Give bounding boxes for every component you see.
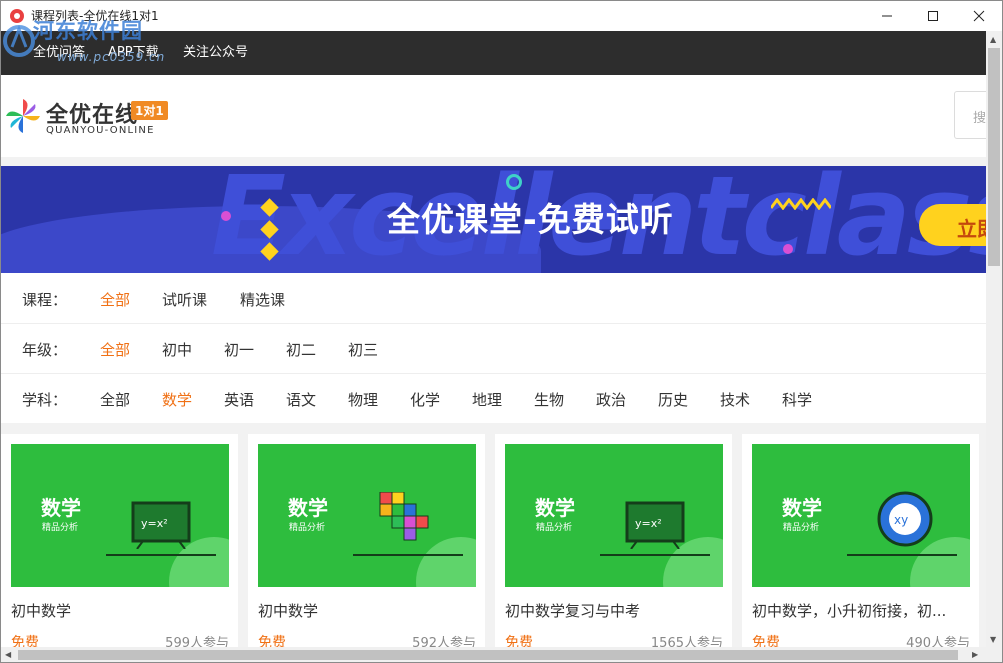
filter-option-subject-science[interactable]: 科学 <box>782 389 812 410</box>
maximize-icon <box>928 11 938 21</box>
thumb-subtitle: 精品分析 <box>289 523 326 533</box>
medal-icon: xy <box>877 491 933 547</box>
banner-cta-button[interactable]: 立即 <box>919 204 986 246</box>
close-icon <box>973 10 985 22</box>
pinwheel-icon <box>6 99 40 133</box>
thumb-subtitle: 精品分析 <box>42 523 79 533</box>
filter-row-subject: 学科： 全部 数学 英语 语文 物理 化学 地理 生物 政治 历史 技术 科学 <box>1 373 986 423</box>
course-thumbnail[interactable]: 数学 精品分析 y=x² <box>505 444 723 587</box>
course-card[interactable]: 数学 精品分析 y=x² 初中数学复习与中考 免费 1565人参与 <box>495 434 732 662</box>
filter-option-grade-1[interactable]: 初一 <box>224 339 254 360</box>
filter-option-subject-all[interactable]: 全部 <box>100 389 130 410</box>
svg-text:xy: xy <box>894 513 908 527</box>
blocks-icon <box>379 492 429 541</box>
course-thumbnail[interactable]: 数学 精品分析 y=x² <box>11 444 229 587</box>
thumb-line <box>600 554 710 556</box>
banner-dot <box>221 211 231 221</box>
course-title[interactable]: 初中数学 <box>258 600 318 621</box>
filter-option-course-featured[interactable]: 精选课 <box>240 289 285 310</box>
section-divider <box>1 423 986 434</box>
search-placeholder: 搜 <box>973 111 987 126</box>
app-window: 课程列表-全优在线1对1 全优问答 APP下载 关注公众号 河东软件园 www.… <box>0 0 1003 663</box>
filter-row-course: 课程： 全部 试听课 精选课 <box>1 273 986 324</box>
filter-label: 年级： <box>22 341 68 359</box>
filter-option-subject-chemistry[interactable]: 化学 <box>410 389 440 410</box>
thumb-title: 数学 <box>288 496 328 520</box>
course-list: 数学 精品分析 y=x² 初中数学 免费 599人参与 数学 精品分析 初中数学… <box>1 434 986 662</box>
filter-option-subject-english[interactable]: 英语 <box>224 389 254 410</box>
scroll-right-icon[interactable]: ▶ <box>972 650 978 660</box>
course-card[interactable]: 数学 精品分析 y=x² 初中数学 免费 599人参与 <box>1 434 238 662</box>
filter-option-grade-2[interactable]: 初二 <box>286 339 316 360</box>
watermark-logo: 河东软件园 <box>33 19 143 43</box>
svg-text:y=x²: y=x² <box>635 517 662 530</box>
brand-subtitle: QUANYOU-ONLINE <box>46 125 155 136</box>
nav-item-follow-account[interactable]: 关注公众号 <box>183 45 248 61</box>
thumb-decor <box>416 537 476 587</box>
filter-option-grade-all[interactable]: 全部 <box>100 339 130 360</box>
thumb-line <box>847 554 957 556</box>
scroll-left-icon[interactable]: ◀ <box>5 650 11 660</box>
filter-option-subject-math[interactable]: 数学 <box>162 389 192 410</box>
brand-badge: 1对1 <box>131 101 168 120</box>
filter-option-grade-3[interactable]: 初三 <box>348 339 378 360</box>
thumb-subtitle: 精品分析 <box>536 523 573 533</box>
chalkboard-icon: y=x² <box>131 501 191 549</box>
course-title[interactable]: 初中数学 <box>11 600 71 621</box>
minimize-button[interactable] <box>864 1 910 31</box>
watermark-url: www.pc0359.cn <box>57 50 166 64</box>
filter-option-grade-junior[interactable]: 初中 <box>162 339 192 360</box>
minimize-icon <box>882 15 892 17</box>
filter-option-course-all[interactable]: 全部 <box>100 289 130 310</box>
course-thumbnail[interactable]: 数学 精品分析 xy <box>752 444 970 587</box>
course-card[interactable]: 数学 精品分析 xy 初中数学，小升初衔接，初... 免费 490人参与 <box>742 434 979 662</box>
maximize-button[interactable] <box>910 1 956 31</box>
filter-option-subject-physics[interactable]: 物理 <box>348 389 378 410</box>
svg-text:y=x²: y=x² <box>141 517 168 530</box>
filter-row-grade: 年级： 全部 初中 初一 初二 初三 <box>1 323 986 374</box>
filter-option-course-trial[interactable]: 试听课 <box>162 289 207 310</box>
thumb-line <box>353 554 463 556</box>
filter-option-subject-history[interactable]: 历史 <box>658 389 688 410</box>
banner-cta-label: 立即 <box>957 217 986 241</box>
course-thumbnail[interactable]: 数学 精品分析 <box>258 444 476 587</box>
watermark-icon <box>3 24 35 57</box>
thumb-title: 数学 <box>535 496 575 520</box>
filter-panel: 课程： 全部 试听课 精选课 年级： 全部 初中 初一 初二 初三 学科： 全部… <box>1 273 986 423</box>
chalkboard-icon: y=x² <box>625 501 685 549</box>
course-title[interactable]: 初中数学，小升初衔接，初... <box>752 600 946 621</box>
section-divider <box>1 157 986 166</box>
promo-banner[interactable]: Excellentclass 全优课堂-免费试听 立即 <box>1 166 986 273</box>
filter-option-subject-tech[interactable]: 技术 <box>720 389 750 410</box>
filter-label: 学科： <box>22 391 68 409</box>
scrollbar-corner <box>986 647 1002 662</box>
banner-dot <box>783 244 793 254</box>
scroll-up-icon[interactable]: ▲ <box>990 35 996 45</box>
filter-option-subject-biology[interactable]: 生物 <box>534 389 564 410</box>
brand-logo[interactable]: 全优在线 1对1 QUANYOU-ONLINE <box>4 95 194 137</box>
close-button[interactable] <box>956 1 1002 31</box>
banner-ring <box>506 174 522 190</box>
thumb-subtitle: 精品分析 <box>783 523 820 533</box>
scroll-down-icon[interactable]: ▼ <box>990 635 996 645</box>
filter-option-subject-geography[interactable]: 地理 <box>472 389 502 410</box>
course-card[interactable]: 数学 精品分析 初中数学 免费 592人参与 <box>248 434 485 662</box>
thumb-title: 数学 <box>782 496 822 520</box>
thumb-line <box>106 554 216 556</box>
course-title[interactable]: 初中数学复习与中考 <box>505 600 640 621</box>
site-header: 全优在线 1对1 QUANYOU-ONLINE 搜 <box>1 75 1002 157</box>
banner-zigzag <box>771 198 831 210</box>
banner-headline: 全优课堂-免费试听 <box>387 200 674 239</box>
vertical-scroll-thumb[interactable] <box>988 48 1000 266</box>
filter-label: 课程： <box>22 291 68 309</box>
title-bar: 课程列表-全优在线1对1 <box>1 1 1002 31</box>
filter-option-subject-politics[interactable]: 政治 <box>596 389 626 410</box>
filter-option-subject-chinese[interactable]: 语文 <box>286 389 316 410</box>
horizontal-scroll-thumb[interactable] <box>18 650 958 660</box>
thumb-title: 数学 <box>41 496 81 520</box>
